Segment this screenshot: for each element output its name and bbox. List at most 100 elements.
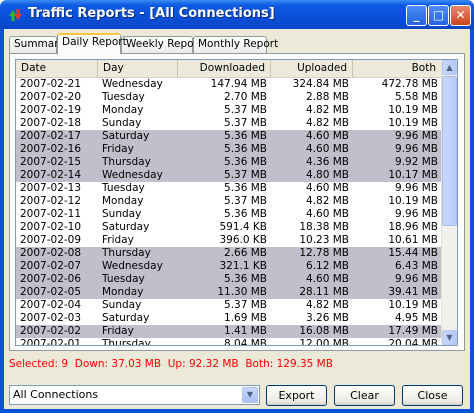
traffic-reports-window: Traffic Reports - [All Connections] _ □ … bbox=[0, 0, 474, 413]
cell-both: 39.41 MB bbox=[388, 286, 438, 298]
cell-date: 2007-02-04 bbox=[20, 299, 82, 311]
cell-both: 5.58 MB bbox=[395, 91, 438, 103]
table-row[interactable]: 2007-02-01 Thursday 8.04 MB 12.00 MB 20.04 M… bbox=[16, 338, 442, 346]
column-header-uploaded[interactable]: Uploaded bbox=[271, 60, 353, 77]
table-row[interactable]: 2007-02-20 Tuesday 2.70 MB 2.88 MB 5.58 MB bbox=[16, 91, 442, 104]
window-title: Traffic Reports - [All Connections] bbox=[28, 6, 275, 21]
cell-date: 2007-02-17 bbox=[20, 130, 82, 142]
table-row[interactable]: 2007-02-09 Friday 396.0 KB 10.23 MB 10.61 MB bbox=[16, 234, 442, 247]
cell-uploaded: 324.84 MB bbox=[292, 78, 349, 90]
cell-downloaded: 5.37 MB bbox=[224, 104, 267, 116]
cell-uploaded: 4.82 MB bbox=[306, 104, 349, 116]
cell-both: 472.78 MB bbox=[381, 78, 438, 90]
scroll-down-button[interactable]: ▼ bbox=[442, 330, 457, 345]
cell-uploaded: 4.60 MB bbox=[306, 273, 349, 285]
table-row[interactable]: 2007-02-10 Saturday 591.4 KB 18.38 MB 18.96 … bbox=[16, 221, 442, 234]
cell-uploaded: 4.82 MB bbox=[306, 195, 349, 207]
cell-uploaded: 2.88 MB bbox=[306, 91, 349, 103]
cell-day: Monday bbox=[102, 286, 144, 298]
cell-downloaded: 321.1 KB bbox=[219, 260, 268, 272]
cell-both: 9.96 MB bbox=[395, 143, 438, 155]
tab-monthly-report[interactable]: Monthly Report bbox=[193, 36, 278, 53]
table-row[interactable]: 2007-02-02 Friday 1.41 MB 16.08 MB 17.49 MB bbox=[16, 325, 442, 338]
table-row[interactable]: 2007-02-16 Friday 5.36 MB 4.60 MB 9.96 MB bbox=[16, 143, 442, 156]
table-row[interactable]: 2007-02-04 Sunday 5.37 MB 4.82 MB 10.19 MB bbox=[16, 299, 442, 312]
close-window-button[interactable]: ✕ bbox=[450, 5, 471, 26]
cell-both: 20.04 MB bbox=[388, 338, 438, 346]
cell-date: 2007-02-07 bbox=[20, 260, 82, 272]
cell-uploaded: 12.00 MB bbox=[299, 338, 349, 346]
cell-day: Sunday bbox=[102, 208, 142, 220]
export-button[interactable]: Export bbox=[266, 385, 327, 406]
cell-date: 2007-02-16 bbox=[20, 143, 82, 155]
cell-both: 10.19 MB bbox=[388, 299, 438, 311]
connection-select-value: All Connections bbox=[13, 388, 99, 401]
cell-uploaded: 4.36 MB bbox=[306, 156, 349, 168]
table-row[interactable]: 2007-02-15 Thursday 5.36 MB 4.36 MB 9.92 MB bbox=[16, 156, 442, 169]
cell-downloaded: 591.4 KB bbox=[219, 221, 268, 233]
cell-downloaded: 1.69 MB bbox=[224, 312, 267, 324]
column-header-date[interactable]: Date bbox=[16, 60, 98, 77]
table-row[interactable]: 2007-02-14 Wednesday 5.37 MB 4.80 MB 10.17 M… bbox=[16, 169, 442, 182]
daily-report-list[interactable]: Date Day Downloaded Uploaded Both 2007-0… bbox=[15, 59, 458, 346]
cell-downloaded: 11.30 MB bbox=[217, 286, 267, 298]
column-header-day[interactable]: Day bbox=[98, 60, 178, 77]
close-button[interactable]: Close bbox=[402, 385, 463, 406]
cell-day: Thursday bbox=[102, 247, 151, 259]
list-rows: 2007-02-21 Wednesday 147.94 MB 324.84 MB 472… bbox=[16, 78, 442, 346]
maximize-button[interactable]: □ bbox=[428, 5, 449, 26]
table-row[interactable]: 2007-02-07 Wednesday 321.1 KB 6.12 MB 6.43 M… bbox=[16, 260, 442, 273]
minimize-button[interactable]: _ bbox=[406, 5, 427, 26]
connection-dropdown-button[interactable]: ▼ bbox=[242, 387, 258, 403]
scrollbar-thumb[interactable] bbox=[442, 76, 457, 226]
cell-date: 2007-02-19 bbox=[20, 104, 82, 116]
cell-day: Saturday bbox=[102, 221, 150, 233]
tab-daily-report[interactable]: Daily Report bbox=[57, 33, 127, 54]
cell-uploaded: 4.82 MB bbox=[306, 299, 349, 311]
cell-both: 9.96 MB bbox=[395, 208, 438, 220]
cell-date: 2007-02-05 bbox=[20, 286, 82, 298]
connection-select[interactable]: All Connections ▼ bbox=[9, 385, 260, 405]
table-row[interactable]: 2007-02-21 Wednesday 147.94 MB 324.84 MB 472… bbox=[16, 78, 442, 91]
tab-weekly-report[interactable]: Weekly Report bbox=[121, 36, 202, 53]
cell-both: 6.43 MB bbox=[395, 260, 438, 272]
cell-date: 2007-02-03 bbox=[20, 312, 82, 324]
table-row[interactable]: 2007-02-06 Tuesday 5.36 MB 4.60 MB 9.96 MB bbox=[16, 273, 442, 286]
cell-day: Monday bbox=[102, 104, 144, 116]
tab-panel: Date Day Downloaded Uploaded Both 2007-0… bbox=[9, 53, 465, 351]
cell-day: Friday bbox=[102, 143, 134, 155]
vertical-scrollbar[interactable]: ▲ ▼ bbox=[441, 60, 457, 345]
cell-downloaded: 2.66 MB bbox=[224, 247, 267, 259]
title-bar[interactable]: Traffic Reports - [All Connections] _ □ … bbox=[0, 0, 474, 29]
table-row[interactable]: 2007-02-11 Sunday 5.36 MB 4.60 MB 9.96 MB bbox=[16, 208, 442, 221]
table-row[interactable]: 2007-02-19 Monday 5.37 MB 4.82 MB 10.19 MB bbox=[16, 104, 442, 117]
cell-downloaded: 2.70 MB bbox=[224, 91, 267, 103]
cell-uploaded: 18.38 MB bbox=[299, 221, 349, 233]
cell-downloaded: 5.37 MB bbox=[224, 169, 267, 181]
tab-summary[interactable]: Summary bbox=[9, 36, 65, 53]
cell-day: Tuesday bbox=[102, 273, 145, 285]
arrow-down-icon: ▼ bbox=[446, 333, 453, 342]
column-header-both[interactable]: Both bbox=[353, 60, 442, 77]
scroll-up-button[interactable]: ▲ bbox=[442, 60, 457, 75]
status-selected: Selected: 9 bbox=[9, 358, 69, 370]
cell-date: 2007-02-15 bbox=[20, 156, 82, 168]
chevron-down-icon: ▼ bbox=[246, 390, 254, 399]
cell-both: 4.95 MB bbox=[395, 312, 438, 324]
table-row[interactable]: 2007-02-17 Saturday 5.36 MB 4.60 MB 9.96 MB bbox=[16, 130, 442, 143]
table-row[interactable]: 2007-02-13 Tuesday 5.36 MB 4.60 MB 9.96 MB bbox=[16, 182, 442, 195]
cell-day: Saturday bbox=[102, 130, 150, 142]
cell-uploaded: 4.60 MB bbox=[306, 143, 349, 155]
cell-date: 2007-02-20 bbox=[20, 91, 82, 103]
table-row[interactable]: 2007-02-05 Monday 11.30 MB 28.11 MB 39.41 MB bbox=[16, 286, 442, 299]
cell-date: 2007-02-14 bbox=[20, 169, 82, 181]
cell-downloaded: 147.94 MB bbox=[210, 78, 267, 90]
table-row[interactable]: 2007-02-08 Thursday 2.66 MB 12.78 MB 15.44 M… bbox=[16, 247, 442, 260]
cell-day: Sunday bbox=[102, 117, 142, 129]
clear-button[interactable]: Clear bbox=[334, 385, 395, 406]
column-header-downloaded[interactable]: Downloaded bbox=[178, 60, 271, 77]
table-row[interactable]: 2007-02-03 Saturday 1.69 MB 3.26 MB 4.95 MB bbox=[16, 312, 442, 325]
table-row[interactable]: 2007-02-18 Sunday 5.37 MB 4.82 MB 10.19 MB bbox=[16, 117, 442, 130]
table-row[interactable]: 2007-02-12 Monday 5.37 MB 4.82 MB 10.19 MB bbox=[16, 195, 442, 208]
cell-uploaded: 4.60 MB bbox=[306, 130, 349, 142]
